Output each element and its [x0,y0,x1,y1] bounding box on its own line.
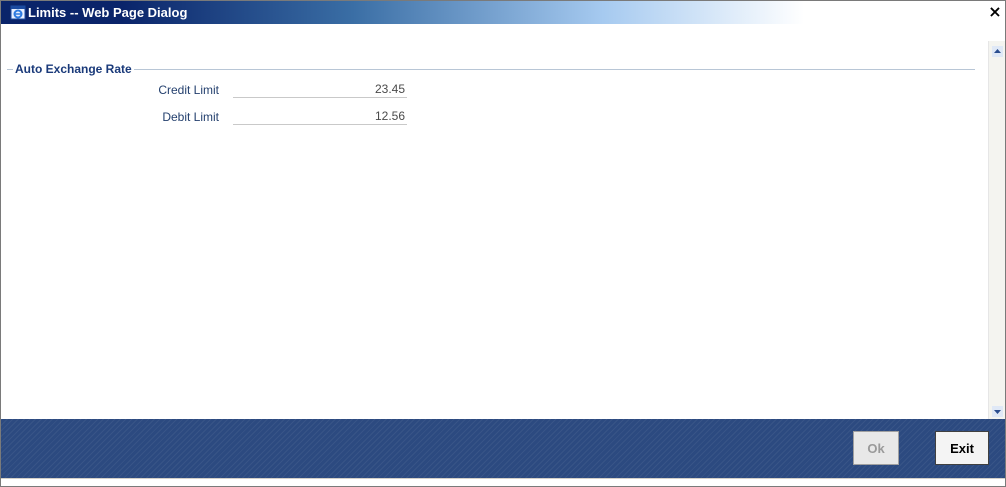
close-icon[interactable]: × [987,3,1003,21]
limits-dialog-window: Limits -- Web Page Dialog × Auto Exchang… [0,0,1006,487]
dialog-footer: Ok Exit [1,419,1005,478]
dialog-content: Auto Exchange Rate Credit Limit Debit Li… [1,24,987,419]
scroll-down-arrow-icon[interactable] [992,404,1003,417]
ie-dialog-icon [10,4,26,20]
credit-limit-field[interactable] [233,81,407,98]
scroll-up-arrow-icon[interactable] [992,44,1003,57]
debit-limit-field[interactable] [233,108,407,125]
vertical-scrollbar[interactable] [988,41,1005,419]
exit-button[interactable]: Exit [935,431,989,465]
window-title: Limits -- Web Page Dialog [28,5,188,20]
credit-limit-label: Credit Limit [158,83,219,97]
ok-button[interactable]: Ok [853,431,899,465]
fieldset-divider [7,69,975,70]
debit-limit-label: Debit Limit [162,110,219,124]
section-legend: Auto Exchange Rate [13,62,134,76]
status-bar [1,478,1005,486]
title-bar: Limits -- Web Page Dialog × [1,1,1005,24]
